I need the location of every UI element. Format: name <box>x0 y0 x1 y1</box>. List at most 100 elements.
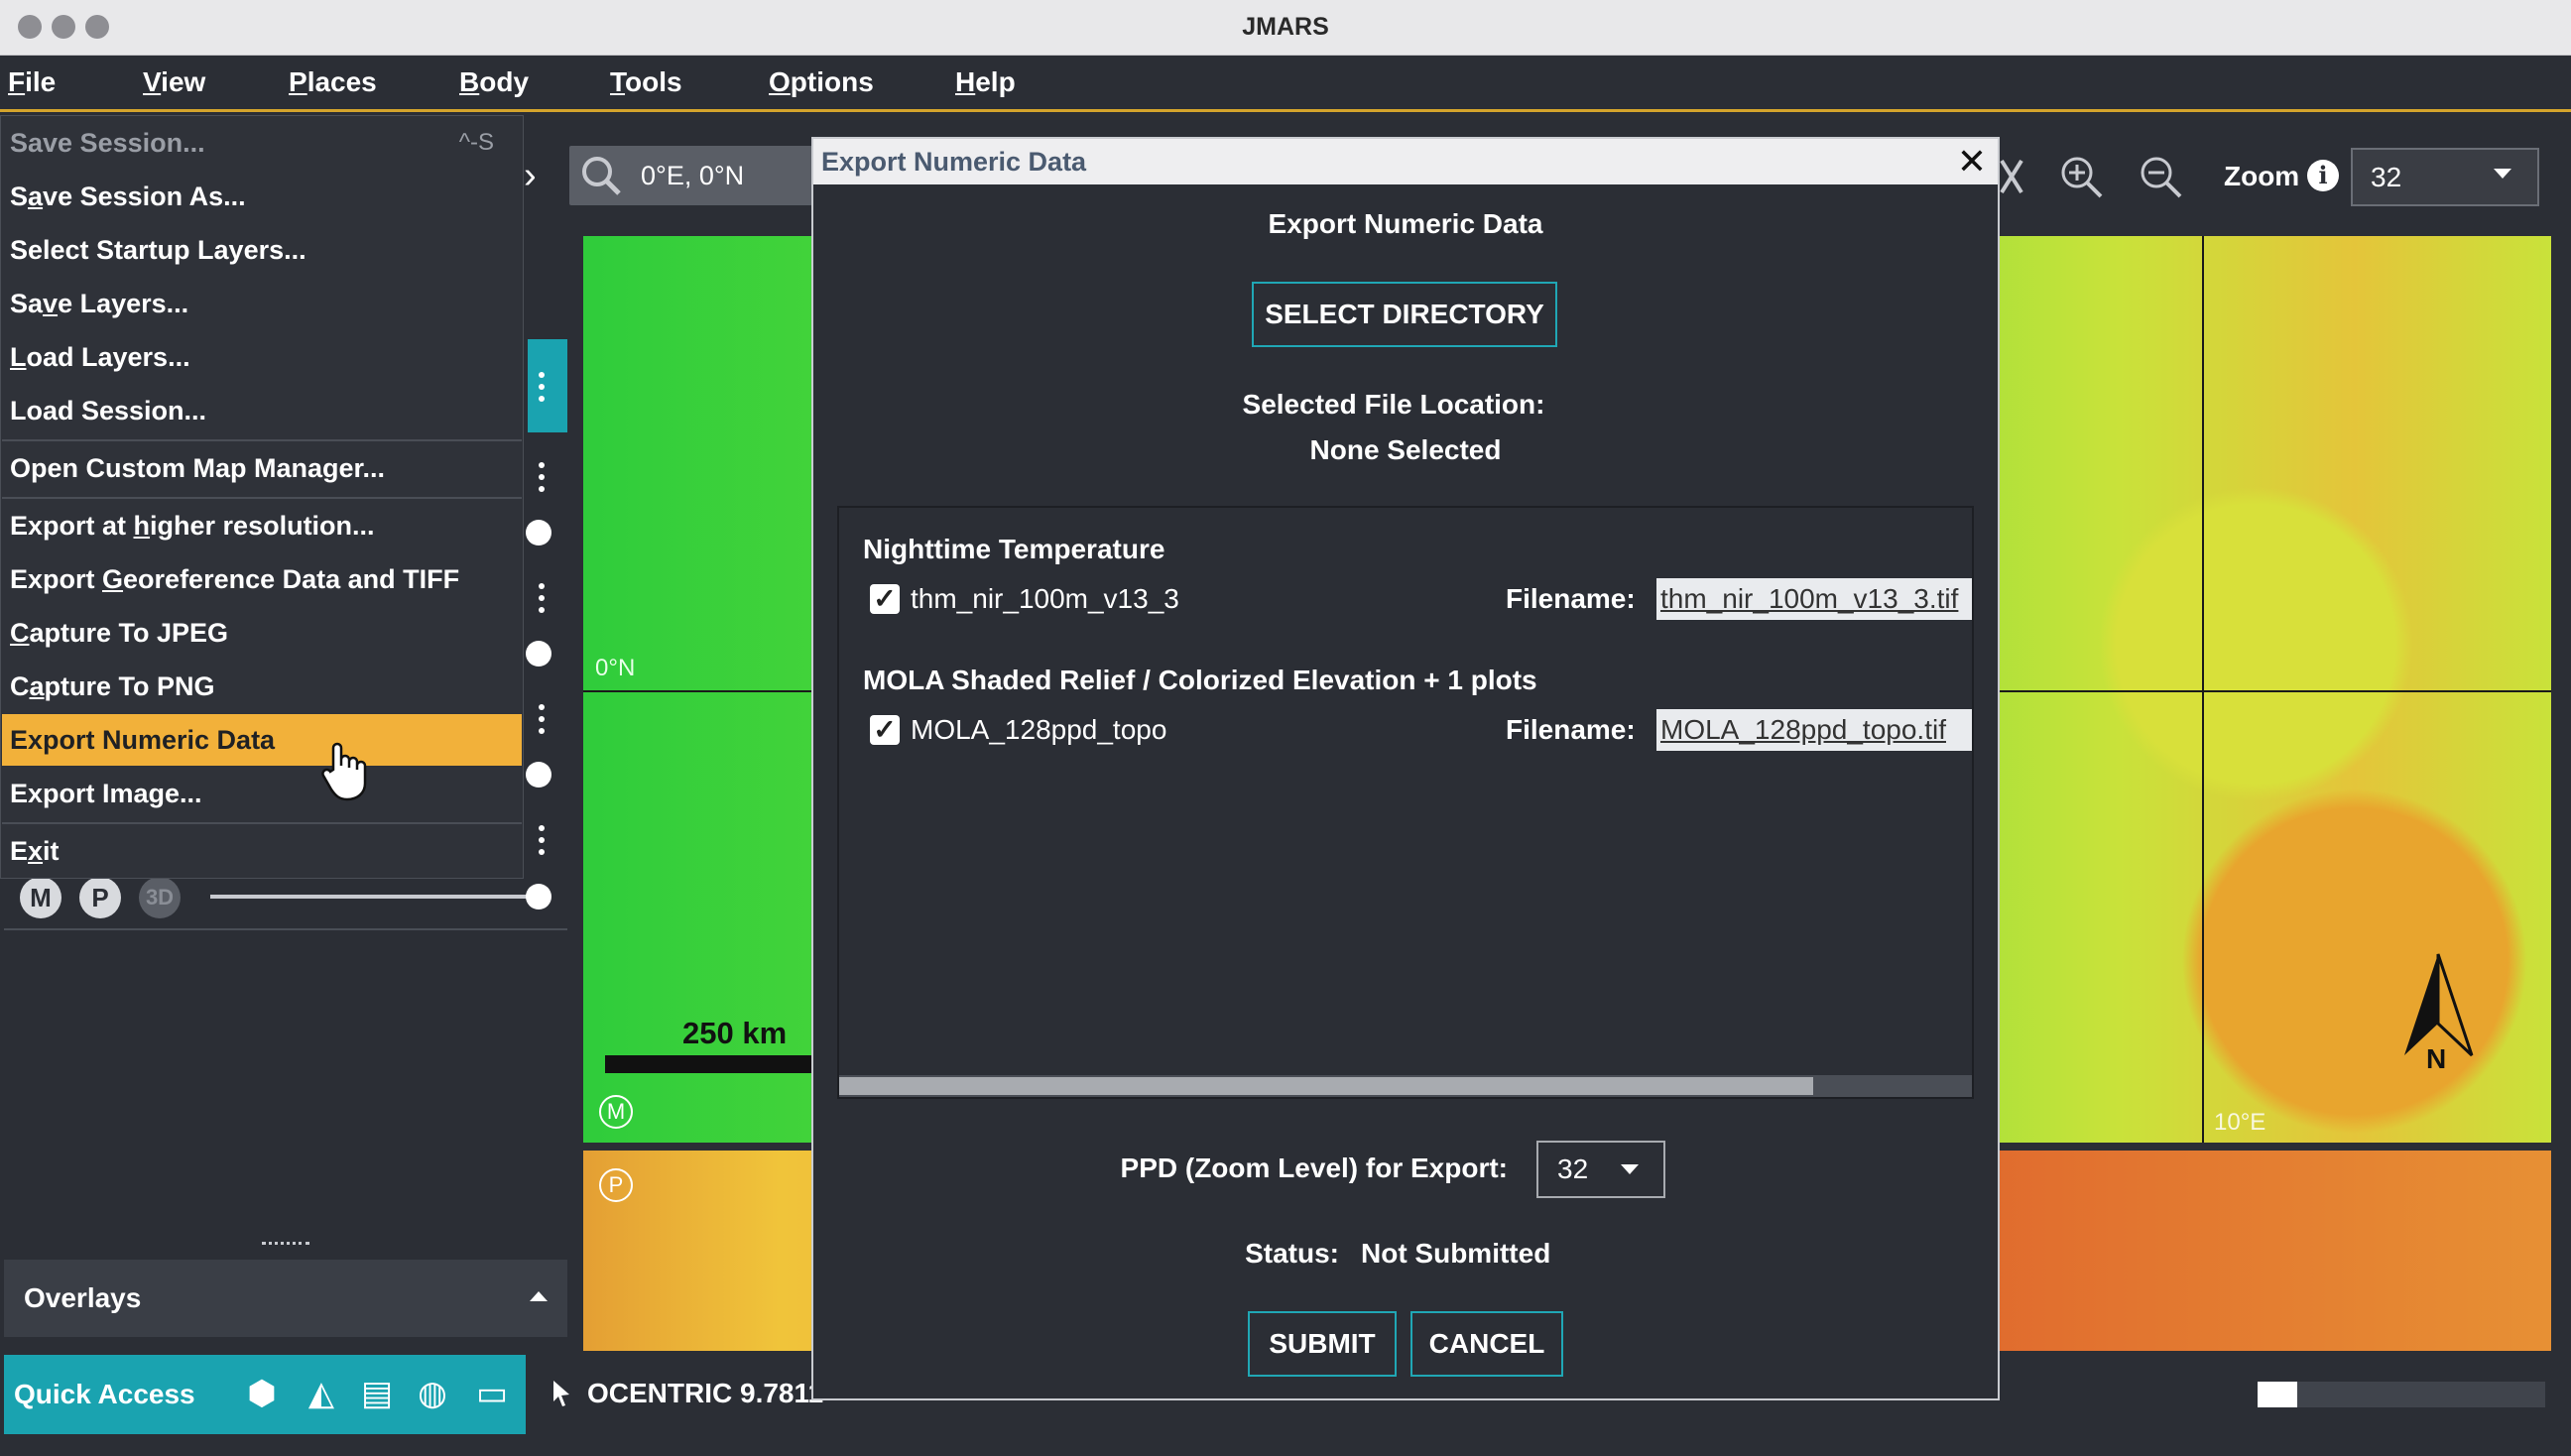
chevron-right-icon[interactable]: › <box>524 153 553 198</box>
kebab-dot <box>539 396 545 402</box>
zoom-out-icon[interactable] <box>2139 155 2184 200</box>
menubar <box>0 56 2571 112</box>
menu-item-export-image[interactable]: Export Image... <box>2 768 522 819</box>
filename-input[interactable]: MOLA_128ppd_topo.tif <box>1656 709 1972 751</box>
ppd-zoom-select[interactable] <box>1536 1141 1665 1198</box>
chart-icon[interactable]: ◭ <box>300 1374 343 1413</box>
map-gridline <box>2202 236 2204 1143</box>
layer-checkbox[interactable]: ✓ <box>870 584 900 614</box>
menu-places[interactable]: Places <box>289 56 377 109</box>
dialog-heading: Export Numeric Data <box>1268 208 1543 239</box>
chevron-up-icon[interactable] <box>530 1291 548 1301</box>
status-value: Not Submitted <box>1361 1238 1551 1269</box>
info-icon[interactable]: i <box>2307 160 2339 191</box>
mode-button-3d[interactable]: 3D <box>139 877 181 918</box>
menu-separator <box>2 439 522 441</box>
menu-file[interactable]: File <box>8 56 56 109</box>
layer-group-heading: Nighttime Temperature <box>863 534 1165 564</box>
menu-item-load-layers[interactable]: Load Layers... <box>2 331 522 383</box>
shortcut-label: ^-S <box>458 129 494 156</box>
submit-button[interactable]: SUBMIT <box>1248 1311 1397 1377</box>
dialog-title: Export Numeric Data <box>821 147 1087 177</box>
opacity-slider-knob[interactable] <box>526 641 551 667</box>
menu-item-save-session-as[interactable]: Save Session As... <box>2 171 522 222</box>
hand-cursor-icon <box>321 742 367 801</box>
cursor-icon <box>553 1381 569 1406</box>
filename-label: Filename: <box>1506 714 1636 745</box>
selected-file-location-value: None Selected <box>1309 434 1502 465</box>
panner-view-badge: P <box>599 1168 633 1202</box>
layer-active-indicator <box>528 339 567 432</box>
progress-track <box>2258 1382 2545 1407</box>
layer-options-icon[interactable] <box>532 700 551 740</box>
ppd-label: PPD (Zoom Level) for Export: <box>1120 1153 1508 1183</box>
clear-icon[interactable] <box>2000 157 2023 196</box>
vr-headset-icon[interactable]: ▭ <box>470 1374 514 1413</box>
menu-tools[interactable]: Tools <box>610 56 682 109</box>
dialog-close-icon[interactable]: ✕ <box>1952 139 1992 184</box>
opacity-slider-knob[interactable] <box>526 520 551 546</box>
menu-separator <box>2 497 522 499</box>
resize-handle[interactable] <box>262 1242 309 1253</box>
north-label: N <box>2426 1043 2447 1074</box>
search-icon <box>582 157 621 195</box>
panel-separator <box>4 928 567 930</box>
window-title: JMARS <box>1242 13 1329 41</box>
latitude-label: 0°N <box>595 655 636 681</box>
quick-access-label: Quick Access <box>14 1379 195 1409</box>
mode-button-p[interactable]: P <box>79 877 121 918</box>
longitude-label: 10°E <box>2214 1109 2266 1136</box>
menu-item-save-session[interactable]: Save Session... ^-S <box>2 117 522 169</box>
select-directory-button[interactable]: SELECT DIRECTORY <box>1252 282 1557 347</box>
scrollbar-thumb[interactable] <box>839 1077 1813 1095</box>
ppd-zoom-value: 32 <box>1557 1153 1589 1184</box>
main-view-badge: M <box>599 1095 633 1129</box>
globe-icon[interactable]: ◍ <box>411 1374 454 1413</box>
menu-body[interactable]: Body <box>459 56 529 109</box>
layer-group-heading: MOLA Shaded Relief / Colorized Elevation… <box>863 665 1537 695</box>
selected-file-location-label: Selected File Location: <box>1242 389 1545 420</box>
menu-separator <box>2 822 522 824</box>
kebab-dot <box>539 384 545 390</box>
opacity-slider-track[interactable] <box>210 895 538 899</box>
cube-icon[interactable]: ⬢ <box>240 1374 284 1413</box>
layer-checkbox[interactable]: ✓ <box>870 715 900 745</box>
menu-item-exit[interactable]: Exit <box>2 825 522 877</box>
document-icon[interactable]: ▤ <box>355 1374 399 1413</box>
status-label: Status: <box>1245 1238 1339 1269</box>
menu-item-save-layers[interactable]: Save Layers... <box>2 278 522 329</box>
zoom-label: Zoom <box>2224 161 2300 191</box>
chevron-down-icon <box>2494 169 2511 179</box>
menu-item-capture-jpeg[interactable]: Capture To JPEG <box>2 607 522 659</box>
coordinate-readout: OCENTRIC 9.7811 <box>587 1378 824 1408</box>
menu-item-open-custom-map-manager[interactable]: Open Custom Map Manager... <box>2 442 522 494</box>
menu-item-capture-png[interactable]: Capture To PNG <box>2 661 522 712</box>
scale-bar-label: 250 km <box>682 1016 788 1050</box>
menu-help[interactable]: Help <box>955 56 1016 109</box>
opacity-slider-knob[interactable] <box>526 884 551 910</box>
menu-view[interactable]: View <box>143 56 205 109</box>
overlays-label: Overlays <box>24 1282 142 1313</box>
layer-options-icon[interactable] <box>532 579 551 619</box>
menu-item-load-session[interactable]: Load Session... <box>2 385 522 436</box>
filename-label: Filename: <box>1506 583 1636 614</box>
menu-options[interactable]: Options <box>769 56 874 109</box>
layer-options-icon[interactable] <box>532 458 551 498</box>
filename-input[interactable]: thm_nir_100m_v13_3.tif <box>1656 578 1972 620</box>
menu-item-select-startup-layers[interactable]: Select Startup Layers... <box>2 224 522 276</box>
kebab-dot <box>539 372 545 378</box>
progress-fill <box>2258 1382 2297 1407</box>
chevron-down-icon <box>1621 1164 1639 1174</box>
scale-bar <box>605 1055 811 1073</box>
opacity-slider-knob[interactable] <box>526 762 551 788</box>
zoom-in-icon[interactable] <box>2059 155 2105 200</box>
layer-name: MOLA_128ppd_topo <box>911 714 1167 745</box>
cancel-button[interactable]: CANCEL <box>1410 1311 1563 1377</box>
menu-item-export-higher-resolution[interactable]: Export at higher resolution... <box>2 500 522 551</box>
zoom-select-value: 32 <box>2371 162 2402 192</box>
layer-name: thm_nir_100m_v13_3 <box>911 583 1179 614</box>
mode-button-m[interactable]: M <box>20 877 61 918</box>
menu-item-export-georeference[interactable]: Export Georeference Data and TIFF <box>2 553 522 605</box>
layer-options-icon[interactable] <box>532 821 551 861</box>
menu-item-export-numeric-data[interactable]: Export Numeric Data <box>2 714 522 766</box>
